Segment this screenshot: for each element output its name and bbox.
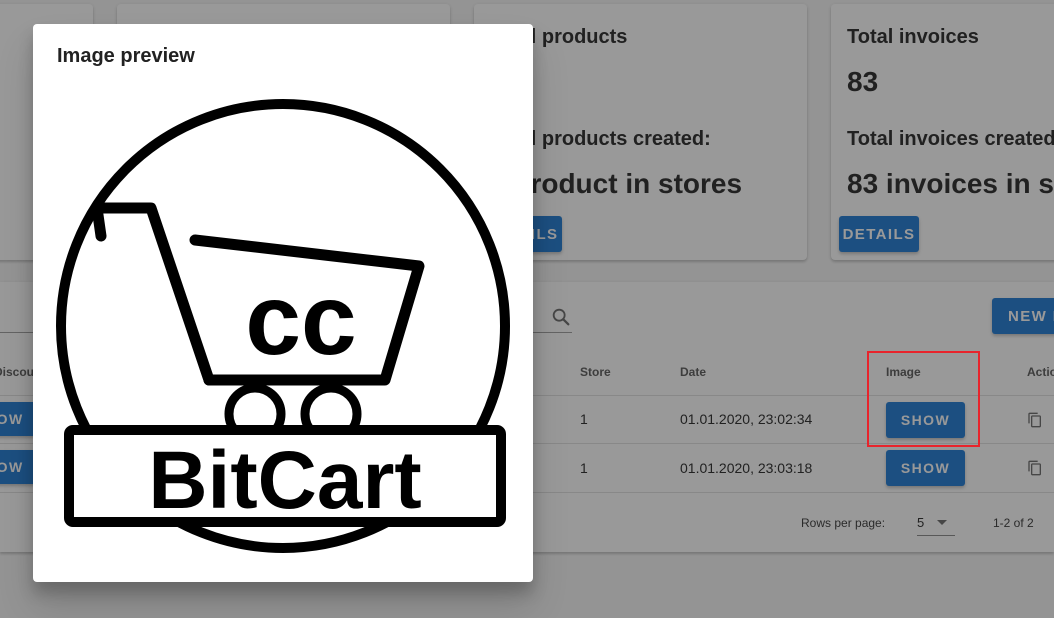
highlight-box (867, 351, 980, 447)
image-preview-dialog: Image preview cc BitCart (33, 24, 533, 582)
bitcart-logo: cc BitCart (56, 99, 510, 553)
logo-text-cc: cc (245, 264, 356, 376)
logo-text-bitcart: BitCart (148, 435, 421, 526)
dialog-title: Image preview (57, 45, 195, 67)
